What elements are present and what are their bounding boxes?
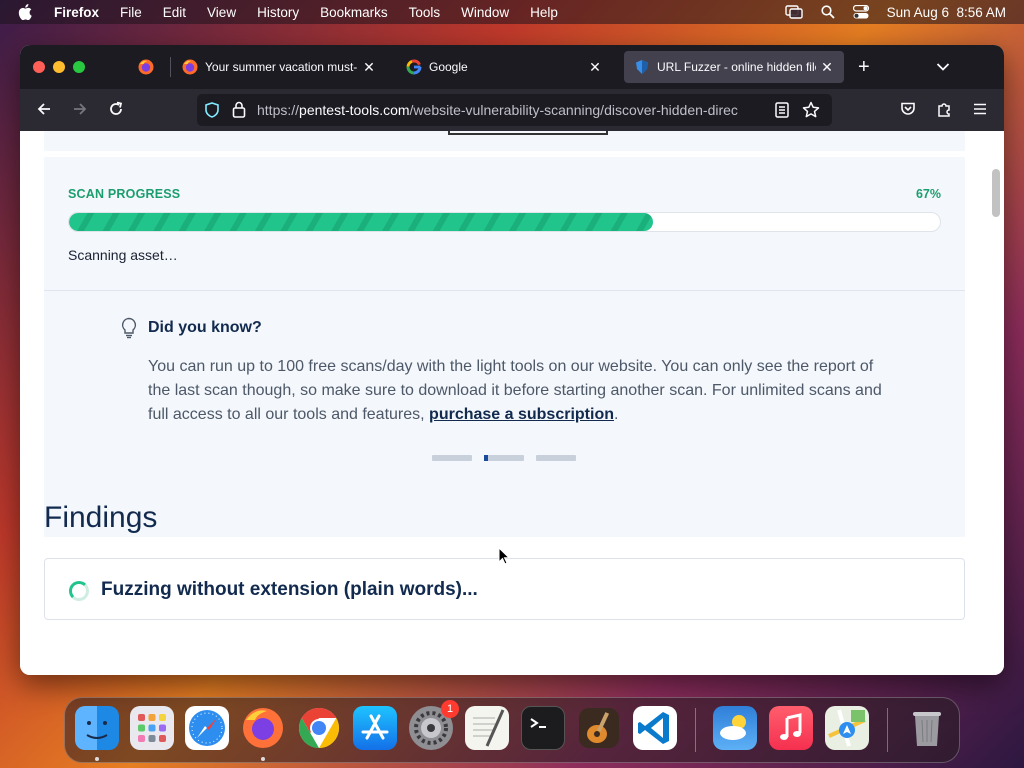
app-store-icon[interactable]: [353, 706, 397, 750]
firefox-view-icon[interactable]: [138, 59, 154, 80]
partial-button-outline: [448, 131, 608, 135]
finder-icon[interactable]: [75, 706, 119, 750]
screen-mirroring-icon[interactable]: [784, 5, 803, 19]
tab-title: Your summer vacation must-have: [205, 60, 358, 74]
weather-icon[interactable]: [713, 706, 757, 750]
scan-status-text: Scanning asset…: [68, 247, 178, 263]
firefox-icon: [182, 59, 198, 75]
address-bar[interactable]: https://pentest-tools.com/website-vulner…: [197, 94, 832, 126]
spotlight-search-icon[interactable]: [821, 5, 835, 19]
extensions-puzzle-icon[interactable]: [936, 101, 952, 122]
menu-bookmarks[interactable]: Bookmarks: [320, 5, 388, 20]
bookmark-star-icon[interactable]: [802, 101, 820, 124]
chrome-icon[interactable]: [297, 706, 341, 750]
tab-bar: Your summer vacation must-have ✕ Google …: [20, 45, 1004, 89]
tab-title: URL Fuzzer - online hidden file &: [657, 60, 816, 74]
browser-window: Your summer vacation must-have ✕ Google …: [20, 45, 1004, 675]
running-indicator: [261, 757, 265, 761]
findings-heading: Findings: [44, 501, 158, 534]
tab-separator: [170, 57, 171, 77]
back-arrow-icon[interactable]: [36, 101, 52, 122]
close-window-button[interactable]: [33, 61, 45, 73]
carousel-dot-3[interactable]: [536, 455, 576, 461]
finding-item-text: Fuzzing without extension (plain words).…: [101, 579, 478, 600]
textedit-icon[interactable]: [465, 706, 509, 750]
maps-icon[interactable]: [825, 706, 869, 750]
vscode-icon[interactable]: [633, 706, 677, 750]
hamburger-menu-icon[interactable]: [972, 101, 988, 122]
pentest-tools-icon: [634, 59, 650, 75]
forward-arrow-icon[interactable]: [72, 101, 88, 122]
url-prefix: https://: [257, 102, 300, 118]
trash-icon[interactable]: [905, 706, 949, 750]
tracking-protection-shield-icon[interactable]: [204, 102, 220, 123]
apple-icon[interactable]: [18, 4, 34, 20]
window-controls: [33, 61, 133, 73]
tip-body-end: .: [613, 406, 619, 423]
garageband-icon[interactable]: [577, 706, 621, 750]
page-content: SCAN PROGRESS 67% Scanning asset… Did yo…: [20, 131, 1004, 675]
tab-summer-vacation[interactable]: Your summer vacation must-have ✕: [172, 51, 386, 83]
scan-progress-percent: 67%: [915, 187, 941, 201]
pocket-icon[interactable]: [900, 101, 916, 122]
scan-progress-bar: [68, 212, 941, 232]
page-scrollbar[interactable]: [992, 169, 1000, 217]
menu-window[interactable]: Window: [461, 5, 509, 20]
url-path: /website-vulnerability-scanning/discover…: [409, 102, 738, 118]
reload-icon[interactable]: [108, 101, 124, 122]
url-text[interactable]: https://pentest-tools.com/website-vulner…: [257, 102, 767, 118]
terminal-icon[interactable]: [521, 706, 565, 750]
close-tab-icon[interactable]: ✕: [588, 59, 602, 76]
previous-panel: [44, 131, 965, 151]
dock: 1: [64, 697, 960, 763]
list-all-tabs-icon[interactable]: [936, 59, 950, 77]
running-indicator: [95, 757, 99, 761]
tab-google[interactable]: Google ✕: [396, 51, 612, 83]
dock-separator: [887, 708, 888, 752]
carousel-dot-1[interactable]: [432, 455, 472, 461]
menu-clock[interactable]: Sun Aug 6 8:56 AM: [887, 5, 1006, 20]
menu-view[interactable]: View: [207, 5, 236, 20]
minimize-window-button[interactable]: [53, 61, 65, 73]
zoom-window-button[interactable]: [73, 61, 85, 73]
menu-edit[interactable]: Edit: [163, 5, 186, 20]
safari-icon[interactable]: [185, 706, 229, 750]
tab-url-fuzzer[interactable]: URL Fuzzer - online hidden file & ✕: [624, 51, 844, 83]
menu-app-name[interactable]: Firefox: [54, 5, 99, 20]
control-center-icon[interactable]: [852, 5, 869, 19]
purchase-subscription-link[interactable]: purchase a subscription: [429, 406, 614, 423]
menu-file[interactable]: File: [120, 5, 142, 20]
url-domain: pentest-tools.com: [299, 102, 410, 118]
reader-view-icon[interactable]: [775, 102, 789, 123]
dock-separator: [695, 708, 696, 752]
mouse-pointer-icon: [498, 546, 511, 570]
lightbulb-icon: [120, 317, 138, 344]
panel-divider: [44, 290, 965, 291]
new-tab-icon[interactable]: +: [858, 56, 870, 79]
notification-badge: 1: [441, 700, 459, 718]
tip-carousel-indicators: [432, 455, 576, 461]
tab-title: Google: [429, 60, 468, 74]
menu-bar: Firefox File Edit View History Bookmarks…: [0, 0, 1024, 24]
launchpad-icon[interactable]: [130, 706, 174, 750]
close-tab-icon[interactable]: ✕: [362, 59, 376, 76]
menu-tools[interactable]: Tools: [409, 5, 441, 20]
system-settings-icon[interactable]: 1: [409, 700, 459, 750]
menu-history[interactable]: History: [257, 5, 299, 20]
firefox-icon[interactable]: [241, 706, 285, 750]
lock-icon[interactable]: [232, 101, 246, 123]
tip-title: Did you know?: [148, 319, 262, 336]
loading-spinner-icon: [69, 581, 89, 601]
close-tab-icon[interactable]: ✕: [820, 59, 834, 76]
tip-body: You can run up to 100 free scans/day wit…: [148, 355, 898, 427]
navigation-toolbar: https://pentest-tools.com/website-vulner…: [20, 89, 1004, 131]
scan-progress-fill: [69, 213, 653, 231]
menu-help[interactable]: Help: [530, 5, 558, 20]
scan-progress-panel: SCAN PROGRESS 67% Scanning asset… Did yo…: [44, 157, 965, 537]
google-icon: [406, 59, 422, 75]
music-icon[interactable]: [769, 706, 813, 750]
scan-progress-label: SCAN PROGRESS: [68, 187, 181, 201]
carousel-dot-2-active[interactable]: [484, 455, 524, 461]
